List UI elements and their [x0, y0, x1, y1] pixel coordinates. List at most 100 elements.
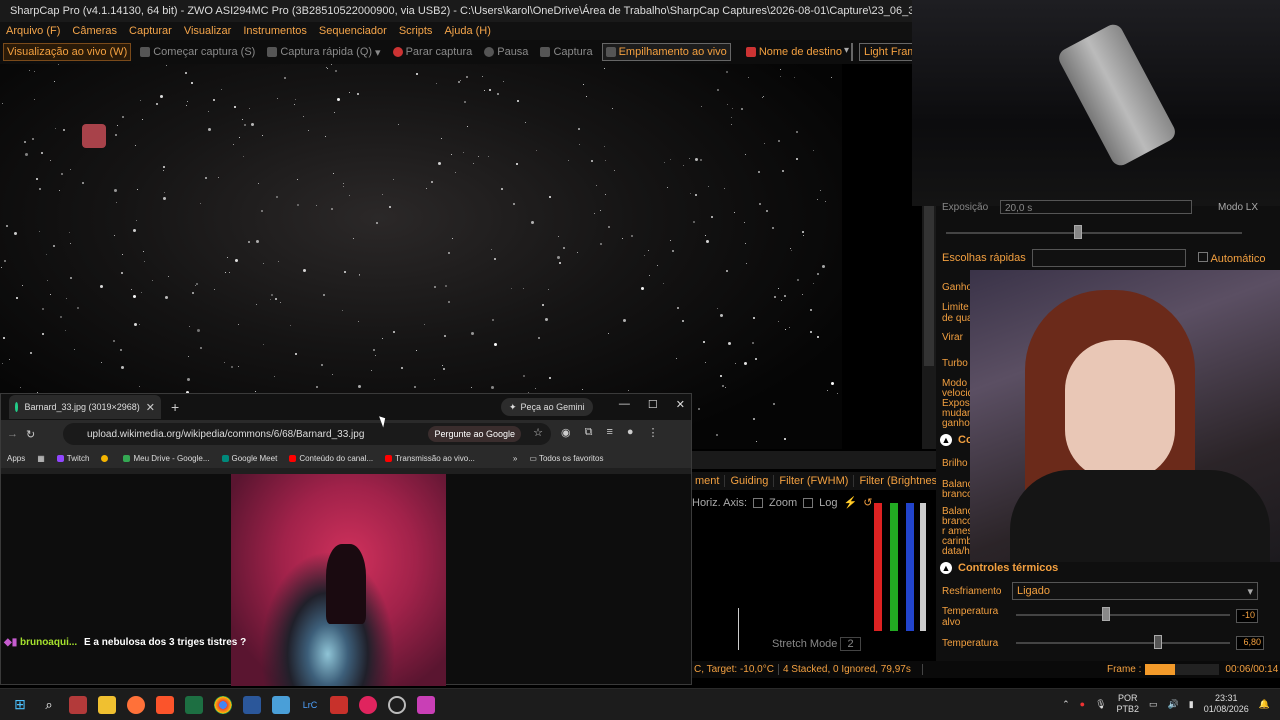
- address-bar[interactable]: upload.wikimedia.org/wikipedia/commons/6…: [63, 423, 551, 445]
- quick-picks-select[interactable]: [1032, 249, 1186, 267]
- bookmark-meet[interactable]: Google Meet: [221, 454, 277, 463]
- pause-button[interactable]: Pausa: [481, 44, 531, 60]
- new-tab-icon[interactable]: +: [171, 399, 179, 415]
- luminance-channel-bar[interactable]: [920, 503, 926, 631]
- target-temp-value[interactable]: -10: [1236, 609, 1258, 623]
- grid-icon[interactable]: ▦: [37, 454, 45, 463]
- media-icon[interactable]: [359, 695, 377, 714]
- lx-mode-checkbox[interactable]: Modo LX: [1218, 202, 1258, 213]
- star-point: [766, 210, 768, 212]
- reload-icon[interactable]: ↻: [26, 428, 35, 441]
- horsehead-nebula-image[interactable]: [231, 474, 446, 686]
- chevron-up-icon[interactable]: ⌃: [1062, 699, 1070, 710]
- windows-icon[interactable]: ⊞: [11, 696, 29, 714]
- log-checkbox[interactable]: [803, 497, 814, 508]
- gemini-button[interactable]: ✦ Peça ao Gemini: [501, 398, 593, 416]
- menu-file[interactable]: Arquivo (F): [0, 25, 66, 37]
- wallpaper-icon[interactable]: [330, 695, 348, 714]
- lrc-icon[interactable]: LrC: [301, 696, 319, 714]
- quick-capture-button[interactable]: Captura rápida (Q) ▾: [264, 44, 383, 61]
- tab-filter-fwhm[interactable]: Filter (FWHM): [774, 475, 855, 487]
- puzzle-icon[interactable]: ⧉: [585, 426, 593, 439]
- profile-avatar[interactable]: ●: [627, 426, 634, 439]
- all-favorites[interactable]: ▭ Todos os favoritos: [529, 454, 603, 463]
- star-point: [591, 160, 593, 162]
- start-capture-button[interactable]: Começar captura (S): [137, 44, 258, 60]
- capture-preview[interactable]: [0, 64, 842, 449]
- tray-app-icon[interactable]: ●: [1080, 699, 1085, 709]
- target-temp-slider-knob[interactable]: [1102, 607, 1110, 621]
- green-channel-bar[interactable]: [890, 503, 898, 631]
- menu-icon[interactable]: ⋮: [648, 426, 659, 439]
- close-tab-icon[interactable]: ✕: [146, 401, 155, 414]
- menu-capture[interactable]: Capturar: [123, 25, 178, 37]
- menu-view[interactable]: Visualizar: [178, 25, 238, 37]
- auto-stretch-icon[interactable]: ⚡: [844, 496, 858, 509]
- menu-tools[interactable]: Instrumentos: [237, 25, 313, 37]
- word-icon[interactable]: [243, 695, 261, 714]
- minimize-icon[interactable]: —: [619, 398, 630, 411]
- media-control-icon[interactable]: ≡: [606, 426, 612, 439]
- sharpcap-icon[interactable]: [69, 695, 87, 714]
- menu-scripts[interactable]: Scripts: [393, 25, 439, 37]
- clock[interactable]: 23:31 01/08/2026: [1204, 693, 1249, 715]
- firefox-icon[interactable]: [127, 695, 145, 714]
- auto-checkbox[interactable]: Automático: [1198, 252, 1265, 265]
- exposure-slider-knob[interactable]: [1074, 225, 1082, 239]
- chrome-icon[interactable]: [214, 695, 232, 714]
- maximize-icon[interactable]: ☐: [648, 398, 658, 411]
- excel-icon[interactable]: [185, 695, 203, 714]
- search-icon[interactable]: ⌕: [40, 696, 58, 714]
- tab-filter-brightness[interactable]: Filter (Brightness): [854, 475, 936, 487]
- menu-help[interactable]: Ajuda (H): [438, 25, 496, 37]
- bookmark-twitch[interactable]: Twitch: [56, 454, 89, 463]
- battery-icon[interactable]: ▮: [1189, 699, 1194, 710]
- ask-google-button[interactable]: Pergunte ao Google: [428, 426, 521, 442]
- tab-guiding[interactable]: Guiding: [725, 475, 775, 487]
- back-icon[interactable]: →: [7, 428, 18, 440]
- cooling-select[interactable]: Ligado ▾: [1012, 582, 1258, 600]
- star-point: [746, 263, 747, 264]
- target-temp-slider[interactable]: [1016, 614, 1230, 616]
- bookmark-channel[interactable]: Conteúdo do canal...: [289, 454, 373, 463]
- stretch-controls[interactable]: [872, 495, 928, 635]
- auto-checkbox-box[interactable]: [1198, 252, 1208, 262]
- bookmark-apps[interactable]: Apps: [7, 454, 25, 463]
- exposure-slider[interactable]: [946, 232, 1242, 234]
- files-icon[interactable]: [98, 695, 116, 714]
- stretch-mode-value[interactable]: 2: [840, 637, 861, 651]
- microphone-icon[interactable]: 🎙: [1095, 699, 1106, 710]
- target-name-select[interactable]: [844, 43, 853, 61]
- histogram-area[interactable]: Horiz. Axis: Zoom Log ⚡ ↺ Stretch Mode 2: [690, 490, 936, 658]
- app-icon[interactable]: [272, 695, 290, 714]
- menu-cameras[interactable]: Câmeras: [66, 25, 123, 37]
- bookmark-star-icon[interactable]: ☆: [533, 426, 543, 439]
- volume-icon[interactable]: 🔊: [1168, 699, 1179, 710]
- zoom-checkbox[interactable]: [753, 497, 764, 508]
- tab-alignment[interactable]: ment: [690, 475, 726, 487]
- chevron-up-icon[interactable]: ▲: [940, 434, 952, 446]
- extension-icon[interactable]: ◉: [561, 426, 571, 439]
- bookmark-generic[interactable]: [101, 454, 111, 463]
- capture-button[interactable]: Captura: [537, 44, 595, 60]
- ball-icon[interactable]: [388, 695, 406, 714]
- brave-icon[interactable]: [156, 695, 174, 714]
- chevron-up-icon[interactable]: ▲: [940, 562, 952, 574]
- bookmark-live[interactable]: Transmissão ao vivo...: [385, 454, 475, 463]
- language-indicator[interactable]: POR PTB2: [1117, 693, 1140, 715]
- chrome-tab[interactable]: Barnard_33.jpg (3019×2968) ✕: [9, 395, 161, 419]
- notification-icon[interactable]: 🔔: [1259, 699, 1270, 710]
- app2-icon[interactable]: [417, 695, 435, 714]
- blue-channel-bar[interactable]: [906, 503, 914, 631]
- live-view-button[interactable]: Visualização ao vivo (W): [3, 43, 132, 61]
- more-bookmarks-icon[interactable]: »: [513, 454, 517, 463]
- red-channel-bar[interactable]: [874, 503, 882, 631]
- close-icon[interactable]: ✕: [676, 398, 685, 411]
- stop-capture-button[interactable]: Parar captura: [390, 44, 476, 60]
- live-stack-button[interactable]: Empilhamento ao vivo: [601, 43, 731, 61]
- network-icon[interactable]: ▭: [1149, 699, 1158, 710]
- bookmark-drive[interactable]: Meu Drive - Google...: [123, 454, 210, 463]
- menu-sequencer[interactable]: Sequenciador: [313, 25, 393, 37]
- chevron-down-icon[interactable]: ▾: [375, 46, 381, 59]
- exposure-value[interactable]: 20,0 s: [1000, 200, 1192, 214]
